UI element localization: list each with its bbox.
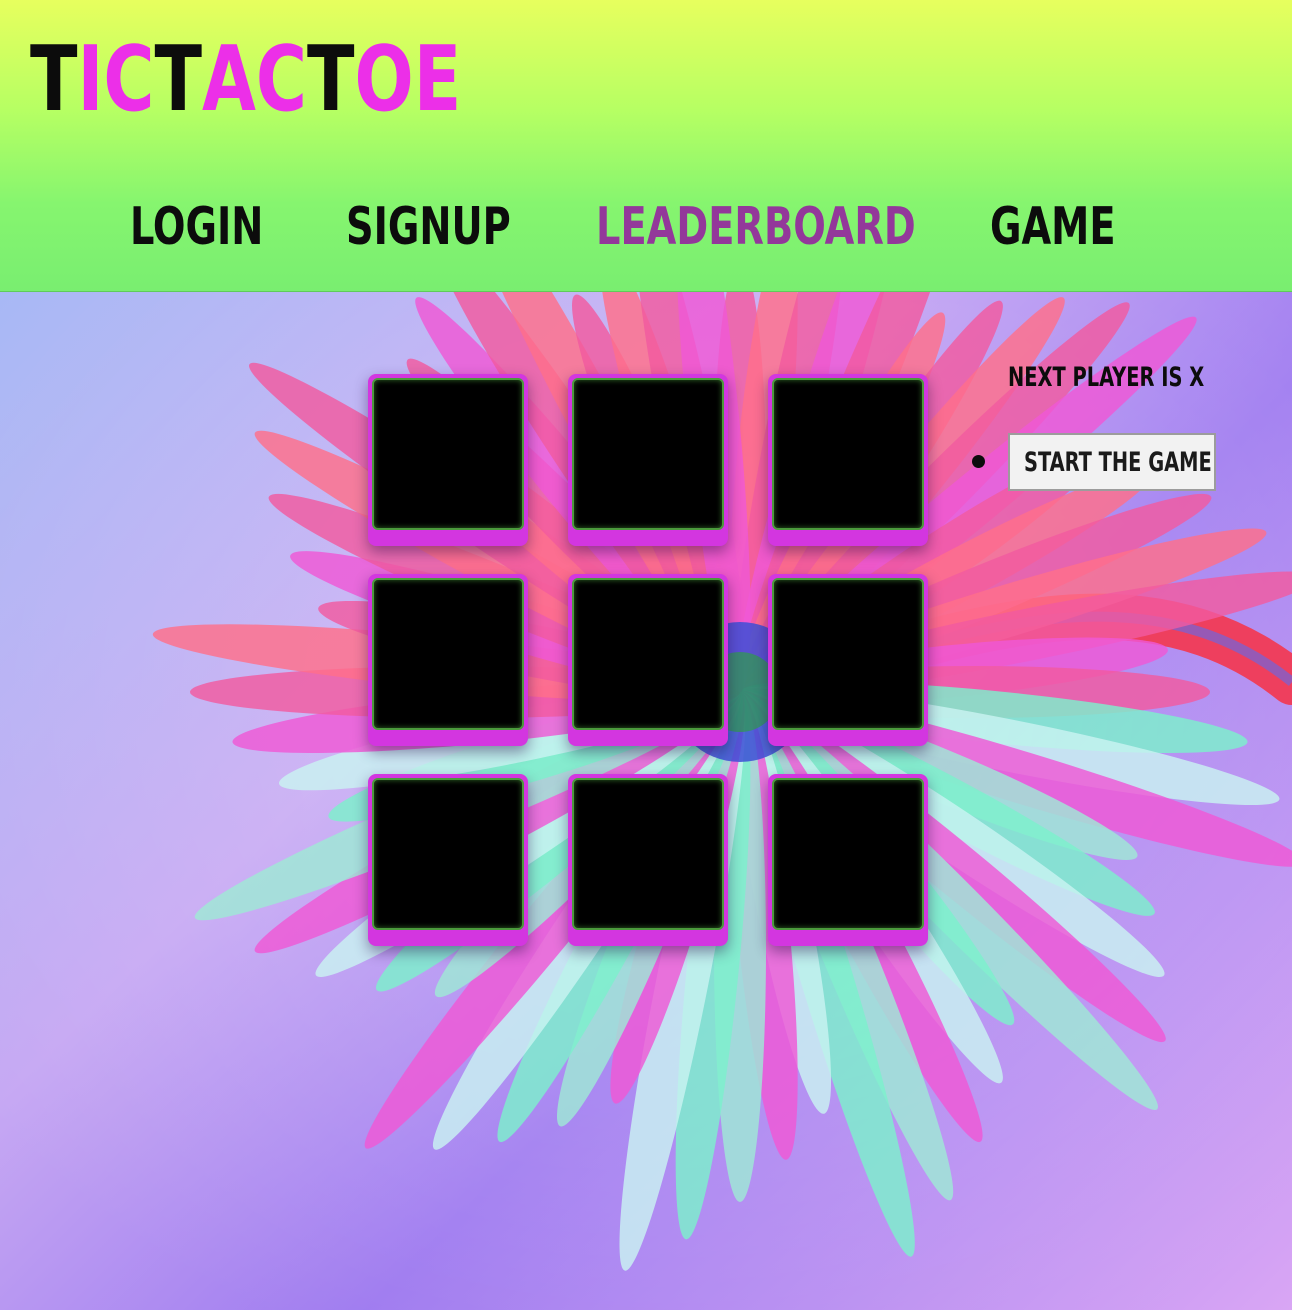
- app-page: TICTACTOE LOGIN SIGNUP LEADERBOARD GAME: [0, 0, 1292, 1310]
- board-cell[interactable]: [368, 374, 528, 546]
- board-cell[interactable]: [368, 774, 528, 946]
- board-cell-face: [372, 378, 524, 530]
- nav-signup-link[interactable]: SIGNUP: [346, 190, 511, 264]
- list-bullet-icon: [972, 455, 985, 468]
- board-cell[interactable]: [768, 574, 928, 746]
- board-cell[interactable]: [568, 574, 728, 746]
- board-cell[interactable]: [768, 774, 928, 946]
- nav-leaderboard-link[interactable]: LEADERBOARD: [596, 190, 916, 264]
- nav-game-link[interactable]: GAME: [990, 190, 1116, 264]
- logo-part: OE: [354, 27, 462, 132]
- logo-part: AC: [202, 27, 308, 132]
- main-nav: LOGIN SIGNUP LEADERBOARD GAME: [0, 190, 1292, 270]
- board-cell-face: [772, 778, 924, 930]
- logo-part: T: [154, 27, 203, 132]
- board-cell-face: [372, 578, 524, 730]
- board-cell[interactable]: [768, 374, 928, 546]
- game-area: NEXT PLAYER IS X START THE GAME: [0, 292, 1292, 1310]
- board-cell[interactable]: [368, 574, 528, 746]
- board-cell-face: [772, 378, 924, 530]
- board-cell[interactable]: [568, 774, 728, 946]
- nav-login-link[interactable]: LOGIN: [130, 190, 263, 264]
- board-cell-face: [372, 778, 524, 930]
- board-cell-face: [572, 378, 724, 530]
- site-header: TICTACTOE LOGIN SIGNUP LEADERBOARD GAME: [0, 0, 1292, 292]
- start-game-button[interactable]: START THE GAME: [1008, 433, 1216, 491]
- game-status-text: NEXT PLAYER IS X: [1008, 362, 1205, 393]
- board-cell[interactable]: [568, 374, 728, 546]
- site-logo[interactable]: TICTACTOE: [30, 30, 461, 130]
- logo-part: IC: [77, 27, 155, 132]
- board-cell-face: [572, 578, 724, 730]
- board-cell-face: [572, 778, 724, 930]
- game-board: [368, 374, 928, 946]
- logo-part: T: [30, 27, 78, 132]
- board-cell-face: [772, 578, 924, 730]
- logo-part: T: [307, 27, 355, 132]
- start-game-button-label: START THE GAME: [1024, 447, 1212, 478]
